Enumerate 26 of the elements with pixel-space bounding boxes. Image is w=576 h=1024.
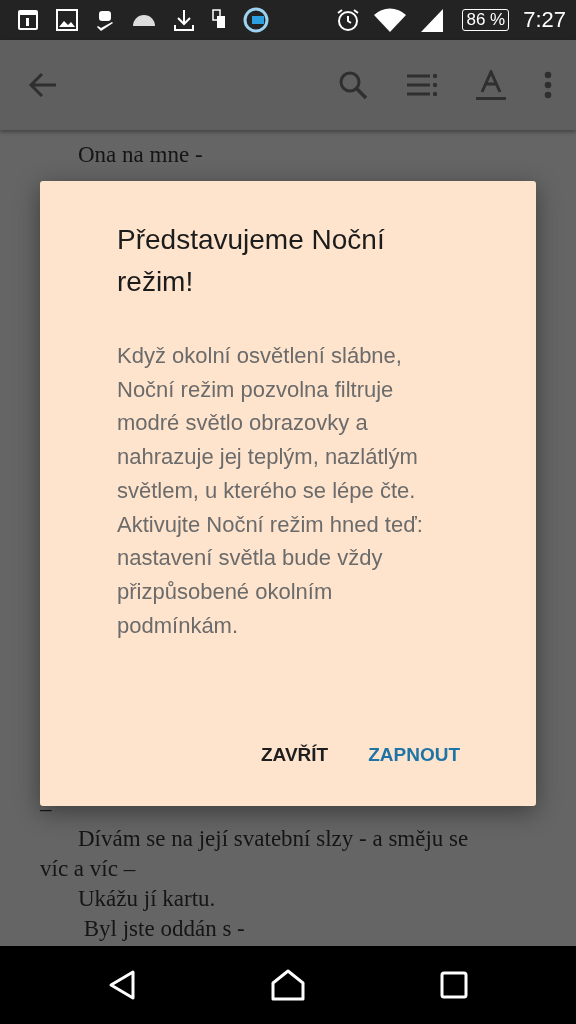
wifi-icon bbox=[374, 7, 407, 33]
book-text-line: víc a víc – bbox=[40, 855, 137, 883]
book-text-line: Ukážu jí kartu. bbox=[77, 885, 217, 913]
dialog-button[interactable]: ZAVŘÍT bbox=[254, 736, 335, 774]
text-format-icon[interactable] bbox=[476, 70, 506, 100]
download-icon bbox=[172, 8, 196, 32]
calendar-icon bbox=[16, 8, 40, 32]
home-nav-icon[interactable] bbox=[271, 969, 305, 1001]
recents-nav-icon[interactable] bbox=[440, 971, 469, 999]
back-arrow-icon[interactable] bbox=[28, 72, 58, 98]
dialog-message: Když okolní osvětlení slábne, Noční režim pozvolna filtruje modré světlo obrazovky a nahrazuje jej teplým, nazlátlým světlem, u kterého se lépe čte. Aktivujte Noční režim hned teď: nastavení světla bude vždy přizpůsobené okolním podmínkám. bbox=[117, 342, 424, 640]
more-options-icon[interactable] bbox=[544, 71, 552, 99]
image-icon bbox=[56, 9, 78, 31]
dialog-button[interactable]: ZAPNOUT bbox=[362, 736, 466, 774]
clock-time: 7:27 bbox=[523, 7, 566, 33]
book-text-line: Dívám se na její svatební slzy - a směju se bbox=[77, 825, 470, 853]
back-nav-icon[interactable] bbox=[107, 969, 136, 1001]
book-text-line: – bbox=[40, 795, 53, 823]
contents-list-icon[interactable] bbox=[406, 73, 438, 97]
dialog-title: Představujeme Noční režim! bbox=[117, 223, 386, 299]
battery-level: 86 % bbox=[462, 9, 510, 31]
book-text-line: Byl jste oddán s - bbox=[82, 915, 246, 943]
signal-icon bbox=[420, 8, 445, 32]
book-text-line: Ona na mne - bbox=[77, 141, 204, 169]
search-icon[interactable] bbox=[338, 70, 368, 100]
alarm-icon bbox=[336, 8, 361, 32]
